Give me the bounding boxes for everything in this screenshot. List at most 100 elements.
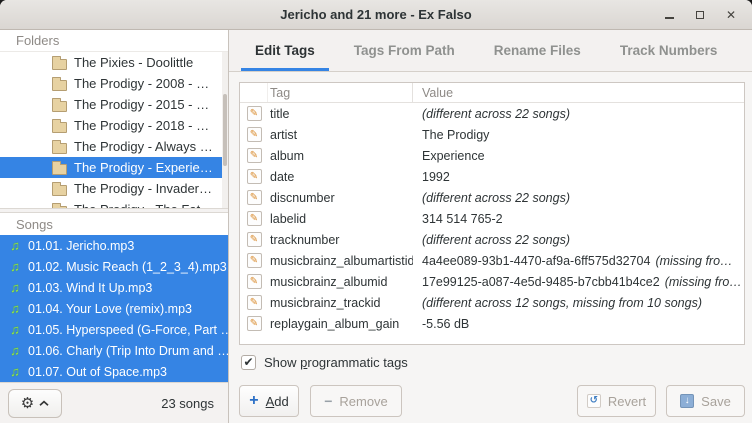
remove-button-label: Remove	[339, 394, 387, 409]
left-panel: Folders The Pixies - Doolittle The Prodi…	[0, 30, 229, 423]
revert-button-label: Revert	[608, 394, 646, 409]
tag-name: labelid	[268, 208, 413, 229]
edit-pencil-icon: ✎	[247, 148, 262, 163]
tab-track-numbers[interactable]: Track Numbers	[606, 30, 732, 71]
tag-note: (missing fro…	[665, 275, 742, 289]
action-button-row: + Add − Remove ↺ Revert ↓ Save	[239, 385, 745, 417]
tag-note: (different across 22 songs)	[422, 107, 570, 121]
edit-pencil-icon: ✎	[247, 106, 262, 121]
folder-icon	[52, 59, 67, 70]
table-row[interactable]: ✎tracknumber(different across 22 songs)	[240, 229, 744, 250]
folder-label: The Prodigy - The Fat…	[74, 202, 213, 208]
tag-name: musicbrainz_albumid	[268, 271, 413, 292]
edit-pencil-icon: ✎	[247, 127, 262, 142]
table-row[interactable]: ✎musicbrainz_albumartistid4a4ee089-93b1-…	[240, 250, 744, 271]
table-row[interactable]: ✎title(different across 22 songs)	[240, 103, 744, 124]
save-icon: ↓	[680, 394, 694, 408]
song-item[interactable]: ♫01.01. Jericho.mp3	[0, 235, 228, 256]
minus-icon: −	[324, 394, 332, 408]
table-row[interactable]: ✎musicbrainz_trackid(different across 12…	[240, 292, 744, 313]
table-row[interactable]: ✎date1992	[240, 166, 744, 187]
song-label: 01.02. Music Reach (1_2_3_4).mp3	[28, 260, 227, 274]
revert-button[interactable]: ↺ Revert	[577, 385, 656, 417]
tag-value: -5.56 dB	[422, 317, 469, 331]
folder-item[interactable]: The Prodigy - The Fat…	[0, 199, 228, 208]
plus-icon: +	[249, 393, 258, 409]
folder-item-selected[interactable]: The Prodigy - Experie…	[0, 157, 228, 178]
folder-icon	[52, 143, 67, 154]
folder-label: The Prodigy - Invader…	[74, 181, 212, 196]
edit-pencil-icon: ✎	[247, 211, 262, 226]
right-panel: Edit Tags Tags From Path Rename Files Tr…	[229, 30, 752, 423]
folder-item[interactable]: The Prodigy - 2015 - …	[0, 94, 228, 115]
tag-name: date	[268, 166, 413, 187]
edit-pencil-icon: ✎	[247, 253, 262, 268]
edit-pencil-icon: ✎	[247, 316, 262, 331]
tag-value: Experience	[422, 149, 485, 163]
table-row[interactable]: ✎ replaygain_album_gain -5.56 dB	[240, 313, 744, 334]
add-button[interactable]: + Add	[239, 385, 299, 417]
music-note-icon: ♫	[7, 364, 23, 379]
tag-table-header: Tag Value	[240, 83, 744, 103]
tag-note: (different across 12 songs, missing from…	[422, 296, 702, 310]
tag-note: (different across 22 songs)	[422, 191, 570, 205]
remove-button[interactable]: − Remove	[310, 385, 402, 417]
edit-pencil-icon: ✎	[247, 295, 262, 310]
tab-edit-tags[interactable]: Edit Tags	[241, 30, 329, 71]
folder-icon	[52, 206, 67, 209]
music-note-icon: ♫	[7, 322, 23, 337]
folder-item[interactable]: The Pixies - Doolittle	[0, 52, 228, 73]
table-row[interactable]: ✎ album Experience	[240, 145, 744, 166]
table-row[interactable]: ✎musicbrainz_albumid17e99125-a087-4e5d-9…	[240, 271, 744, 292]
tag-name: album	[268, 145, 413, 166]
edit-pencil-icon: ✎	[247, 232, 262, 247]
song-item[interactable]: ♫01.03. Wind It Up.mp3	[0, 277, 228, 298]
close-button[interactable]: ✕	[722, 6, 740, 24]
maximize-button[interactable]	[691, 6, 709, 24]
checkbox-label: Show programmatic tags	[264, 355, 408, 370]
song-item[interactable]: ♫01.06. Charly (Trip Into Drum and …	[0, 340, 228, 361]
gear-icon: ⚙	[21, 396, 34, 411]
folders-scrollbar[interactable]	[222, 52, 228, 208]
folder-item[interactable]: The Prodigy - Invader…	[0, 178, 228, 199]
tab-rename-files[interactable]: Rename Files	[480, 30, 595, 71]
folder-item[interactable]: The Prodigy - 2008 - …	[0, 73, 228, 94]
music-note-icon: ♫	[7, 301, 23, 316]
folder-icon	[52, 80, 67, 91]
folders-scrollbar-thumb[interactable]	[223, 94, 227, 166]
song-item[interactable]: ♫01.04. Your Love (remix).mp3	[0, 298, 228, 319]
show-programmatic-tags-checkbox[interactable]: ✔ Show programmatic tags	[239, 353, 745, 371]
minimize-icon	[665, 17, 674, 19]
preferences-menu-button[interactable]: ⚙	[8, 389, 62, 418]
revert-icon: ↺	[587, 394, 601, 408]
table-row[interactable]: ✎labelid314 514 765-2	[240, 208, 744, 229]
folder-item[interactable]: The Prodigy - 2018 - …	[0, 115, 228, 136]
tab-tags-from-path[interactable]: Tags From Path	[340, 30, 469, 71]
header-tag-column[interactable]: Tag	[268, 83, 413, 102]
edit-pencil-icon: ✎	[247, 190, 262, 205]
folder-label: The Prodigy - 2015 - …	[74, 97, 209, 112]
song-item[interactable]: ♫ 01.07. Out of Space.mp3	[0, 361, 228, 382]
music-note-icon: ♫	[7, 259, 23, 274]
tag-name: replaygain_album_gain	[268, 313, 413, 334]
music-note-icon: ♫	[7, 343, 23, 358]
song-label: 01.07. Out of Space.mp3	[28, 365, 167, 379]
header-value-column[interactable]: Value	[413, 83, 744, 102]
save-button[interactable]: ↓ Save	[666, 385, 745, 417]
tag-value: The Prodigy	[422, 128, 489, 142]
song-item[interactable]: ♫ 01.02. Music Reach (1_2_3_4).mp3	[0, 256, 228, 277]
folder-item[interactable]: The Prodigy - Always …	[0, 136, 228, 157]
minimize-button[interactable]	[660, 6, 678, 24]
folder-label: The Prodigy - 2008 - …	[74, 76, 209, 91]
tag-note: (different across 22 songs)	[422, 233, 570, 247]
edit-pencil-icon: ✎	[247, 274, 262, 289]
table-row[interactable]: ✎artistThe Prodigy	[240, 124, 744, 145]
folder-icon	[52, 164, 67, 175]
add-button-label: Add	[266, 394, 289, 409]
table-row[interactable]: ✎discnumber(different across 22 songs)	[240, 187, 744, 208]
header-icon-column	[240, 83, 268, 102]
song-item[interactable]: ♫01.05. Hyperspeed (G-Force, Part …	[0, 319, 228, 340]
checkbox-checked-icon: ✔	[241, 355, 256, 370]
save-button-label: Save	[701, 394, 731, 409]
window-title: Jericho and 21 more - Ex Falso	[0, 7, 752, 22]
